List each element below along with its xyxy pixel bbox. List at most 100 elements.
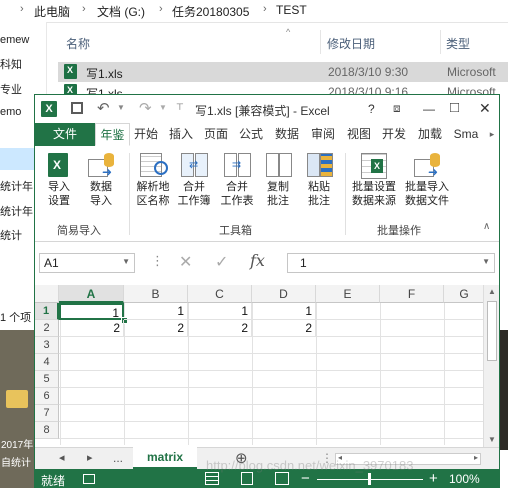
redo-icon[interactable]: ↷ xyxy=(139,99,152,117)
column-type[interactable]: 类型 xyxy=(446,35,470,52)
cancel-icon[interactable]: ✕ xyxy=(179,252,192,272)
parse-region-names-button[interactable]: 解析地 区名称 xyxy=(132,153,174,208)
row-header-2[interactable]: 2 xyxy=(35,320,59,337)
scroll-right-icon[interactable]: ▸ xyxy=(474,453,478,462)
column-header-a[interactable]: A xyxy=(59,285,124,303)
save-icon[interactable] xyxy=(71,102,83,114)
tab-addins[interactable]: 加载 xyxy=(415,123,445,146)
zoom-slider-thumb[interactable] xyxy=(368,473,371,485)
dropdown-icon[interactable]: ▼ xyxy=(159,103,167,112)
nav-item[interactable]: 专业 xyxy=(0,81,22,97)
column-header-c[interactable]: C xyxy=(188,285,252,303)
import-settings-button[interactable]: X 导入 设置 xyxy=(39,153,79,208)
tab-home[interactable]: 开始 xyxy=(131,123,161,146)
row-header-5[interactable]: 5 xyxy=(35,371,59,388)
tab-yearbook[interactable]: 年鉴 xyxy=(95,123,130,146)
page-break-view-icon[interactable] xyxy=(275,472,289,485)
more-options-icon[interactable]: ⋮ xyxy=(151,253,164,269)
tab-sma[interactable]: Sma xyxy=(451,123,481,146)
enter-icon[interactable]: ✓ xyxy=(215,252,228,272)
cell-c1[interactable]: 1 xyxy=(188,303,252,320)
breadcrumb-drive[interactable]: 文档 (G:) xyxy=(97,3,145,20)
row-header-7[interactable]: 7 xyxy=(35,405,59,422)
column-modified[interactable]: 修改日期 xyxy=(327,35,375,52)
column-header-f[interactable]: F xyxy=(380,285,444,303)
column-header-g[interactable]: G xyxy=(444,285,485,303)
paste-comments-button[interactable]: 粘贴 批注 xyxy=(299,153,339,208)
cell-d2[interactable]: 2 xyxy=(252,320,316,337)
breadcrumb-this-pc[interactable]: 此电脑 xyxy=(34,3,70,20)
close-button[interactable]: ✕ xyxy=(479,100,491,117)
tab-review[interactable]: 审阅 xyxy=(308,123,338,146)
scroll-up-icon[interactable]: ▲ xyxy=(488,287,496,296)
nav-item[interactable]: 统计 xyxy=(0,227,22,243)
tab-file[interactable]: 文件 xyxy=(35,123,95,146)
batch-import-data-files-button[interactable]: ➜ 批量导入 数据文件 xyxy=(401,153,453,208)
undo-icon[interactable]: ↶ xyxy=(97,99,110,117)
tab-insert[interactable]: 插入 xyxy=(166,123,196,146)
column-name[interactable]: 名称 xyxy=(66,35,90,52)
column-header-e[interactable]: E xyxy=(316,285,380,303)
nav-item[interactable]: emew xyxy=(0,34,29,46)
file-row[interactable]: 写1.xls 2018/3/10 9:30 Microsoft xyxy=(58,62,508,82)
sheet-prev-button[interactable]: ◂ xyxy=(59,451,65,464)
cell-c2[interactable]: 2 xyxy=(188,320,252,337)
column-header-d[interactable]: D xyxy=(252,285,316,303)
copy-comments-button[interactable]: 复制 批注 xyxy=(258,153,298,208)
cell-a1[interactable]: 1 xyxy=(59,303,124,320)
restore-button[interactable]: □ xyxy=(450,99,459,116)
customize-qat-icon[interactable]: ⊤ xyxy=(176,102,184,113)
help-button[interactable]: ? xyxy=(368,102,375,116)
row-header-8[interactable]: 8 xyxy=(35,422,59,439)
nav-item[interactable]: emo xyxy=(0,106,21,118)
tab-developer[interactable]: 开发 xyxy=(379,123,409,146)
cell-a2[interactable]: 2 xyxy=(59,320,124,337)
scroll-down-icon[interactable]: ▼ xyxy=(488,435,496,444)
page-layout-view-icon[interactable] xyxy=(241,472,253,485)
breadcrumb-test[interactable]: TEST xyxy=(276,3,307,17)
nav-item[interactable]: 统计年 xyxy=(0,203,33,219)
breadcrumb-sep: › xyxy=(20,3,24,15)
nav-item[interactable]: 统计年 xyxy=(0,178,33,194)
breadcrumb-folder[interactable]: 任务20180305 xyxy=(172,3,249,20)
dropdown-icon[interactable]: ▼ xyxy=(117,103,125,112)
zoom-in-button[interactable]: + xyxy=(429,470,438,487)
scroll-thumb[interactable] xyxy=(487,301,497,361)
tab-scroll-right-icon[interactable]: ▸ xyxy=(485,123,499,146)
chevron-down-icon[interactable]: ▼ xyxy=(482,257,490,266)
tab-data[interactable]: 数据 xyxy=(272,123,302,146)
sheet-more-button[interactable]: ... xyxy=(113,451,123,465)
cell-d1[interactable]: 1 xyxy=(252,303,316,320)
macro-record-icon[interactable] xyxy=(83,474,95,484)
formula-input[interactable]: 1 ▼ xyxy=(287,253,495,273)
data-import-button[interactable]: ➜ 数据 导入 xyxy=(81,153,121,208)
chevron-down-icon[interactable]: ▼ xyxy=(122,257,130,266)
nav-item[interactable]: 科知 xyxy=(0,56,22,72)
merge-workbooks-button[interactable]: ⇄ 合并 工作簿 xyxy=(174,153,214,208)
name-box[interactable]: A1 ▼ xyxy=(39,253,135,273)
row-header-6[interactable]: 6 xyxy=(35,388,59,405)
sheet-tab-matrix[interactable]: matrix xyxy=(133,447,197,469)
sheet-next-button[interactable]: ▸ xyxy=(87,451,93,464)
select-all-corner[interactable] xyxy=(35,285,59,303)
button-label: 导入 xyxy=(90,195,112,207)
tab-page[interactable]: 页面 xyxy=(201,123,231,146)
insert-function-icon[interactable]: fx xyxy=(250,251,265,270)
batch-set-data-source-button[interactable]: X 批量设置 数据来源 xyxy=(349,153,399,208)
row-header-4[interactable]: 4 xyxy=(35,354,59,371)
cell-b1[interactable]: 1 xyxy=(124,303,188,320)
column-header-b[interactable]: B xyxy=(124,285,188,303)
normal-view-icon[interactable] xyxy=(205,472,219,485)
cell-b2[interactable]: 2 xyxy=(124,320,188,337)
tab-view[interactable]: 视图 xyxy=(344,123,374,146)
tab-formulas[interactable]: 公式 xyxy=(236,123,266,146)
minimize-button[interactable]: — xyxy=(423,102,435,116)
worksheet-grid[interactable]: A B C D E F G 1 2 3 4 5 6 7 8 1 1 1 1 2 … xyxy=(35,285,485,445)
row-header-3[interactable]: 3 xyxy=(35,337,59,354)
merge-sheets-button[interactable]: ⇉ 合并 工作表 xyxy=(217,153,257,208)
vertical-scrollbar[interactable]: ▲ ▼ xyxy=(483,285,499,451)
collapse-ribbon-icon[interactable]: ∧ xyxy=(483,221,490,232)
row-header-1[interactable]: 1 xyxy=(35,303,59,320)
ribbon-display-options-icon[interactable]: ⧈ xyxy=(393,101,401,116)
zoom-level[interactable]: 100% xyxy=(449,472,480,486)
